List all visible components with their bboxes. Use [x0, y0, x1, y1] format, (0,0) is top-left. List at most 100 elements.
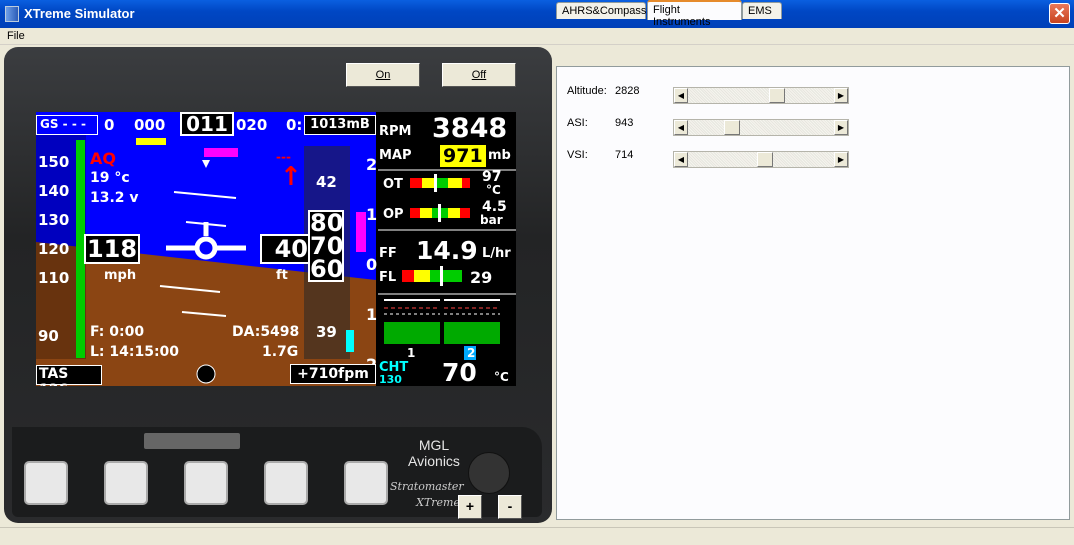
op-unit: bar	[480, 213, 503, 227]
alt-tick-bottom: 39	[316, 323, 337, 341]
flight-timer: F: 0:00	[90, 324, 145, 340]
softkey-4[interactable]	[264, 461, 308, 505]
softkey-5[interactable]	[344, 461, 388, 505]
ot-unit: °C	[486, 183, 501, 197]
script-line-2: XTreme	[416, 496, 460, 509]
tab-ems[interactable]: EMS	[742, 2, 782, 19]
off-button[interactable]: Off	[442, 63, 516, 87]
efis-screen: GS - - - 0 000 011 020 0: 1013mB 150 140…	[36, 112, 516, 386]
alt-unit: ft	[276, 268, 288, 283]
map-label: MAP	[379, 148, 412, 163]
ff-unit: L/hr	[482, 246, 511, 261]
heading-bug-magenta	[204, 148, 238, 157]
alt-tick-top: 42	[316, 173, 337, 191]
fl-value: 29	[470, 268, 493, 287]
brand-line-1: MGL	[418, 437, 450, 453]
brand-label: MGL Avionics	[394, 437, 474, 469]
vsi-slider-thumb[interactable]	[756, 152, 773, 167]
ot-bar	[410, 174, 470, 192]
scroll-right-icon[interactable]: ▶	[834, 120, 848, 135]
scroll-left-icon[interactable]: ◀	[674, 88, 688, 103]
speed-tick: 150	[38, 153, 70, 171]
rotary-knob[interactable]	[468, 452, 510, 494]
rpm-value: 3848	[432, 113, 508, 144]
heading-right2: 0:	[286, 116, 303, 134]
speed-tick: 110	[38, 269, 70, 287]
speed-unit: mph	[104, 268, 137, 283]
op-label: OP	[383, 207, 404, 222]
vsi-scale: 2 1 0 1 2	[366, 140, 377, 386]
altitude-slider[interactable]: ◀ ▶	[673, 87, 849, 104]
tas-label: TAS	[39, 366, 69, 382]
vsi-tick: 2	[366, 155, 378, 174]
scroll-left-icon[interactable]: ◀	[674, 120, 688, 135]
scroll-right-icon[interactable]: ▶	[834, 152, 848, 167]
brand-line-2: Avionics	[408, 453, 460, 469]
heading-readout: 011	[180, 112, 234, 136]
tas-value: 126	[39, 382, 68, 386]
heading-bug-yellow	[136, 138, 166, 145]
baro-box: 1013mB	[304, 115, 376, 135]
flight-instruments-panel: Altitude: 2828 ◀ ▶ ASI: 943 ◀ ▶ VSI: 714…	[556, 66, 1070, 520]
close-button[interactable]: ✕	[1049, 3, 1070, 24]
asi-slider-thumb[interactable]	[724, 120, 741, 135]
cht-sub: 130	[379, 373, 402, 386]
altitude-slider-thumb[interactable]	[768, 88, 785, 103]
fl-bar	[402, 266, 462, 286]
vsi-tick: 1	[366, 205, 378, 224]
altitude-value: 2828	[615, 85, 640, 97]
density-altitude: DA:5498	[232, 324, 300, 340]
rpm-label: RPM	[379, 124, 412, 139]
tas-box: TAS 126	[36, 365, 102, 386]
tab-ahrs-compass[interactable]: AHRS&Compass	[556, 2, 646, 19]
softkey-3[interactable]	[184, 461, 228, 505]
local-clock: L: 14:15:00	[90, 344, 180, 360]
status-bar	[0, 527, 1074, 545]
cht-value: 70	[442, 358, 477, 386]
vsi-tick: 0	[366, 255, 378, 274]
alt-drum-digit: 60	[310, 255, 344, 283]
title-bar: XTreme Simulator ✕	[0, 0, 1074, 28]
plus-button[interactable]: +	[458, 495, 482, 519]
speed-tick: 130	[38, 211, 70, 229]
altitude-readout: 40	[260, 234, 308, 264]
product-script: Stratomaster XTreme	[390, 479, 464, 511]
g-load: 1.7G	[262, 344, 299, 360]
vsi-bug	[356, 212, 366, 252]
slip-ball	[196, 364, 216, 384]
aq-label: AQ	[90, 149, 116, 168]
tab-flight-instruments[interactable]: Flight Instruments	[647, 0, 742, 28]
speed-tick: 140	[38, 182, 70, 200]
speed-tick: 120	[38, 240, 70, 258]
softkey-1[interactable]	[24, 461, 68, 505]
app-icon	[5, 6, 19, 22]
scroll-left-icon[interactable]: ◀	[674, 152, 688, 167]
airspeed-readout: 118	[84, 234, 140, 264]
cht-bars	[384, 299, 500, 360]
volts-readout: 13.2 v	[90, 190, 139, 206]
vsi-slider[interactable]: ◀ ▶	[673, 151, 849, 168]
on-button[interactable]: On	[346, 63, 420, 87]
vsi-box: +710fpm	[290, 364, 376, 384]
gs-box: GS - - -	[36, 115, 98, 135]
speed-tick: 90	[38, 327, 59, 345]
red-arrow-icon: ↑	[280, 162, 302, 192]
asi-value: 943	[615, 117, 634, 129]
vsi-tick: 1	[366, 305, 378, 324]
ot-label: OT	[383, 177, 403, 192]
heading-left: 000	[134, 116, 166, 134]
vsi-pointer	[346, 330, 354, 352]
map-value: 971	[440, 145, 486, 167]
cht-unit: °C	[494, 370, 509, 384]
minus-button[interactable]: -	[498, 495, 522, 519]
card-slot	[144, 433, 240, 449]
scroll-right-icon[interactable]: ▶	[834, 88, 848, 103]
script-line-1: Stratomaster	[390, 480, 464, 493]
ff-label: FF	[379, 246, 397, 261]
map-unit: mb	[488, 148, 511, 163]
asi-slider[interactable]: ◀ ▶	[673, 119, 849, 136]
softkey-2[interactable]	[104, 461, 148, 505]
heading-right: 020	[236, 116, 268, 134]
menu-file[interactable]: File	[7, 30, 25, 42]
menu-bar: File	[0, 28, 1074, 45]
